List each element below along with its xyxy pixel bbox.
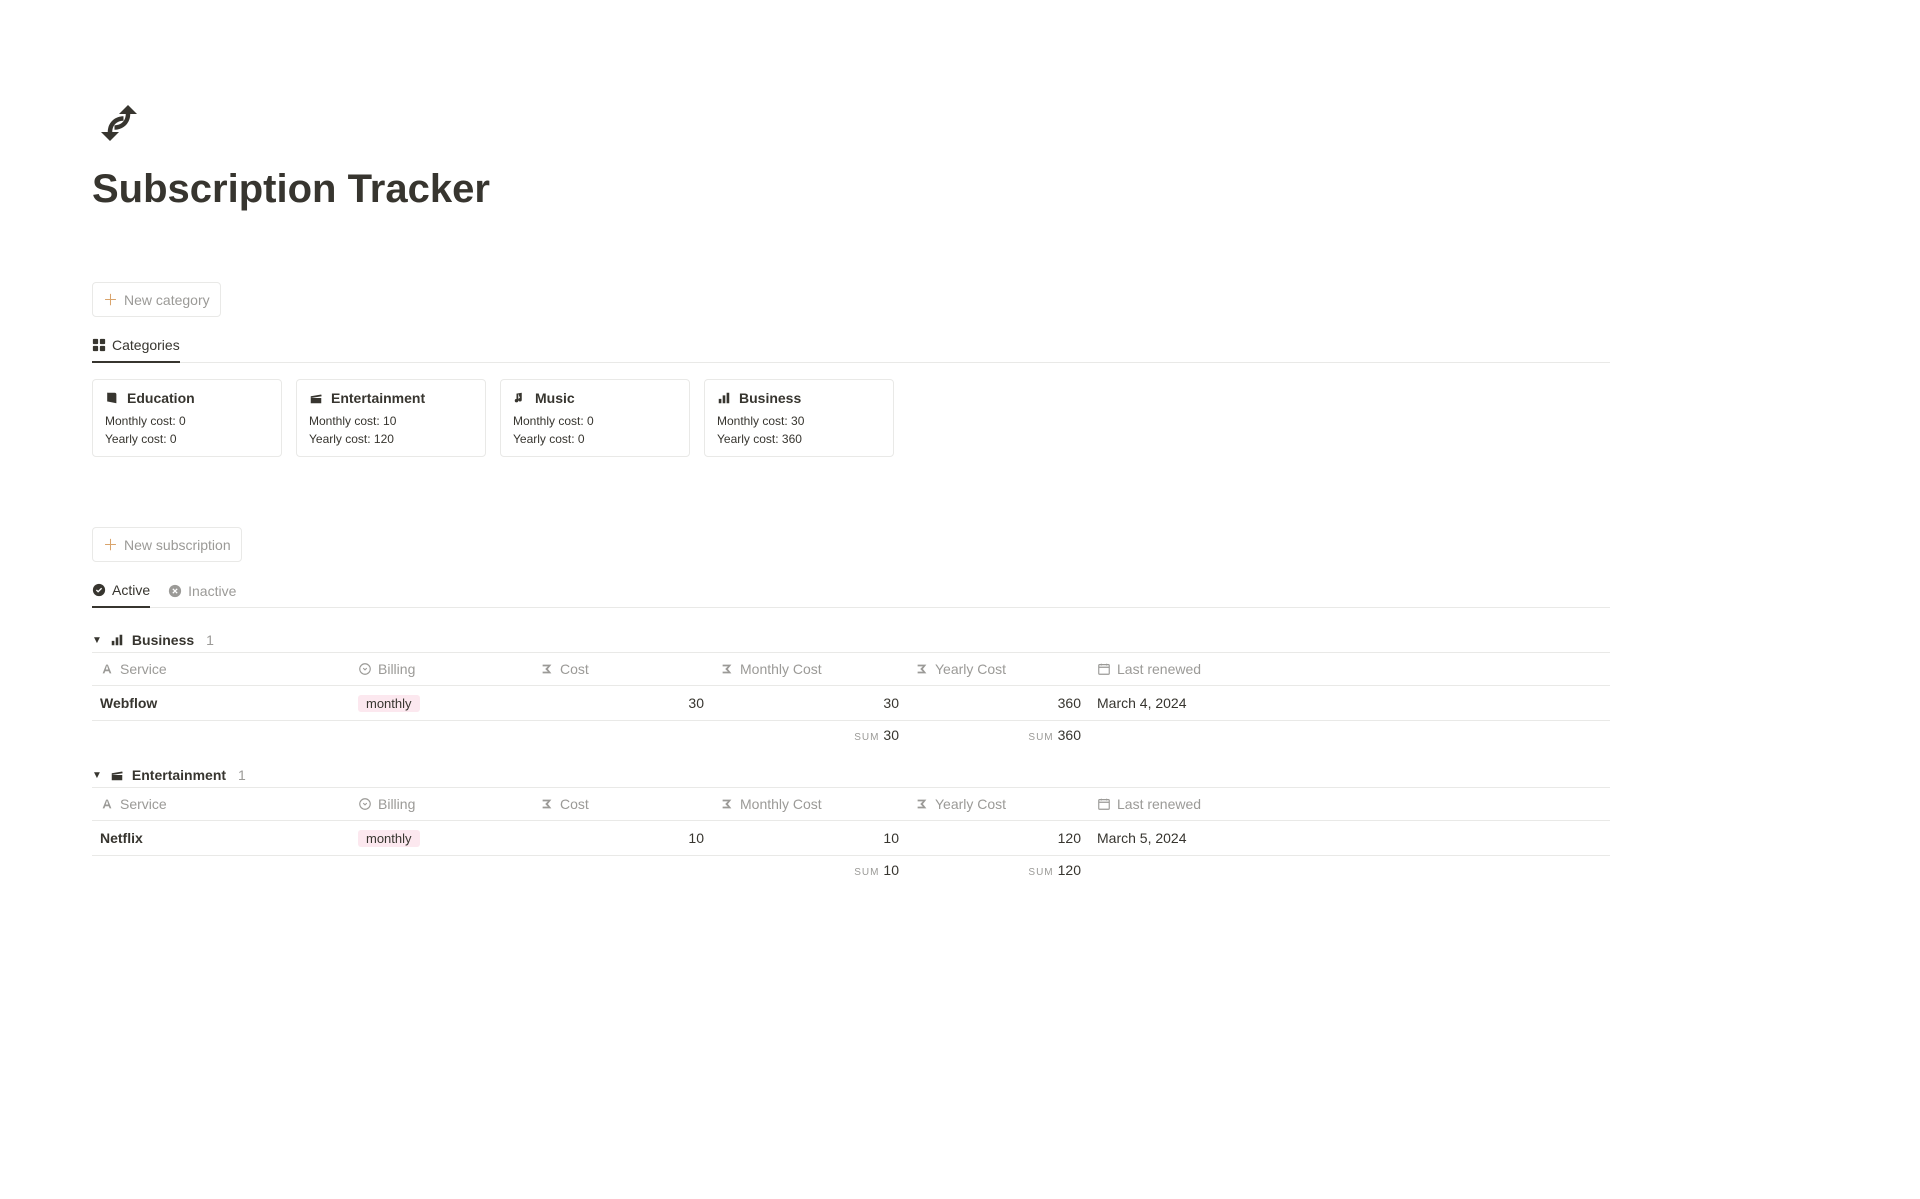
category-card[interactable]: Music Monthly cost: 0 Yearly cost: 0	[500, 379, 690, 457]
calendar-icon	[1097, 797, 1111, 811]
clapper-icon	[309, 391, 323, 405]
sum-yearly: SUM120	[907, 862, 1089, 878]
col-yearly[interactable]: Yearly Cost	[907, 661, 1089, 677]
category-name: Business	[739, 390, 801, 406]
new-subscription-label: New subscription	[124, 537, 231, 553]
category-yearly: Yearly cost: 360	[717, 432, 881, 446]
group-header[interactable]: ▼ Business 1	[92, 628, 1610, 652]
group-count: 1	[206, 632, 214, 648]
new-category-button[interactable]: ＋ New category	[92, 282, 221, 317]
group-name: Entertainment	[132, 767, 226, 783]
table-row[interactable]: Webflowmonthly3030360March 4, 2024	[92, 686, 1610, 721]
col-service[interactable]: Service	[92, 661, 350, 677]
cell-cost[interactable]: 10	[532, 830, 712, 846]
gallery-icon	[92, 338, 106, 352]
col-billing[interactable]: Billing	[350, 661, 532, 677]
sum-yearly: SUM360	[907, 727, 1089, 743]
chart-icon	[110, 633, 124, 647]
cell-yearly[interactable]: 360	[907, 695, 1089, 711]
cell-yearly[interactable]: 120	[907, 830, 1089, 846]
formula-icon	[720, 662, 734, 676]
select-icon	[358, 662, 372, 676]
category-monthly: Monthly cost: 0	[513, 414, 677, 428]
subscriptions-tabbar: Active Inactive	[92, 576, 1610, 608]
table-row[interactable]: Netflixmonthly1010120March 5, 2024	[92, 821, 1610, 856]
cell-service[interactable]: Webflow	[92, 695, 350, 711]
tab-active[interactable]: Active	[92, 576, 150, 608]
cell-monthly[interactable]: 10	[712, 830, 907, 846]
col-monthly[interactable]: Monthly Cost	[712, 661, 907, 677]
category-card[interactable]: Entertainment Monthly cost: 10 Yearly cost…	[296, 379, 486, 457]
col-billing[interactable]: Billing	[350, 796, 532, 812]
cell-billing[interactable]: monthly	[350, 830, 532, 847]
category-monthly: Monthly cost: 30	[717, 414, 881, 428]
billing-tag: monthly	[358, 830, 420, 847]
calendar-icon	[1097, 662, 1111, 676]
sum-monthly: SUM10	[712, 862, 907, 878]
plus-icon: ＋	[103, 534, 118, 555]
table-header: ServiceBillingCostMonthly CostYearly Cos…	[92, 652, 1610, 686]
formula-icon	[720, 797, 734, 811]
cell-cost[interactable]: 30	[532, 695, 712, 711]
music-icon	[513, 391, 527, 405]
category-card[interactable]: Education Monthly cost: 0 Yearly cost: 0	[92, 379, 282, 457]
category-monthly: Monthly cost: 0	[105, 414, 269, 428]
col-yearly[interactable]: Yearly Cost	[907, 796, 1089, 812]
formula-icon	[915, 662, 929, 676]
check-circle-icon	[92, 583, 106, 597]
col-cost[interactable]: Cost	[532, 661, 712, 677]
category-card[interactable]: Business Monthly cost: 30 Yearly cost: 360	[704, 379, 894, 457]
category-name: Music	[535, 390, 575, 406]
caret-down-icon: ▼	[92, 635, 102, 646]
categories-tabbar: Categories	[92, 331, 1610, 363]
billing-tag: monthly	[358, 695, 420, 712]
formula-icon	[915, 797, 929, 811]
tab-inactive-label: Inactive	[188, 583, 236, 599]
category-monthly: Monthly cost: 10	[309, 414, 473, 428]
group-header[interactable]: ▼ Entertainment 1	[92, 763, 1610, 787]
col-renewed[interactable]: Last renewed	[1089, 661, 1610, 677]
select-icon	[358, 797, 372, 811]
page-icon[interactable]	[92, 96, 1610, 155]
cell-monthly[interactable]: 30	[712, 695, 907, 711]
tab-categories-label: Categories	[112, 337, 180, 353]
formula-icon	[540, 662, 554, 676]
col-service[interactable]: Service	[92, 796, 350, 812]
book-icon	[105, 391, 119, 405]
category-name: Education	[127, 390, 195, 406]
col-cost[interactable]: Cost	[532, 796, 712, 812]
page-title: Subscription Tracker	[92, 167, 1610, 212]
table-header: ServiceBillingCostMonthly CostYearly Cos…	[92, 787, 1610, 821]
category-yearly: Yearly cost: 0	[513, 432, 677, 446]
x-circle-icon	[168, 584, 182, 598]
new-subscription-button[interactable]: ＋ New subscription	[92, 527, 242, 562]
cell-renewed[interactable]: March 5, 2024	[1089, 830, 1610, 846]
category-yearly: Yearly cost: 0	[105, 432, 269, 446]
col-renewed[interactable]: Last renewed	[1089, 796, 1610, 812]
formula-icon	[540, 797, 554, 811]
text-icon	[100, 662, 114, 676]
cell-renewed[interactable]: March 4, 2024	[1089, 695, 1610, 711]
category-cards: Education Monthly cost: 0 Yearly cost: 0 En…	[92, 379, 1610, 457]
clapper-icon	[110, 768, 124, 782]
group-count: 1	[238, 767, 246, 783]
sum-row: SUM10SUM120	[92, 856, 1610, 878]
sum-row: SUM30SUM360	[92, 721, 1610, 743]
tab-active-label: Active	[112, 582, 150, 598]
caret-down-icon: ▼	[92, 770, 102, 781]
category-yearly: Yearly cost: 120	[309, 432, 473, 446]
chart-icon	[717, 391, 731, 405]
plus-icon: ＋	[103, 289, 118, 310]
cell-service[interactable]: Netflix	[92, 830, 350, 846]
cell-billing[interactable]: monthly	[350, 695, 532, 712]
new-category-label: New category	[124, 292, 210, 308]
category-name: Entertainment	[331, 390, 425, 406]
text-icon	[100, 797, 114, 811]
group-name: Business	[132, 632, 194, 648]
tab-inactive[interactable]: Inactive	[168, 577, 236, 607]
sum-monthly: SUM30	[712, 727, 907, 743]
tab-categories[interactable]: Categories	[92, 331, 180, 363]
col-monthly[interactable]: Monthly Cost	[712, 796, 907, 812]
